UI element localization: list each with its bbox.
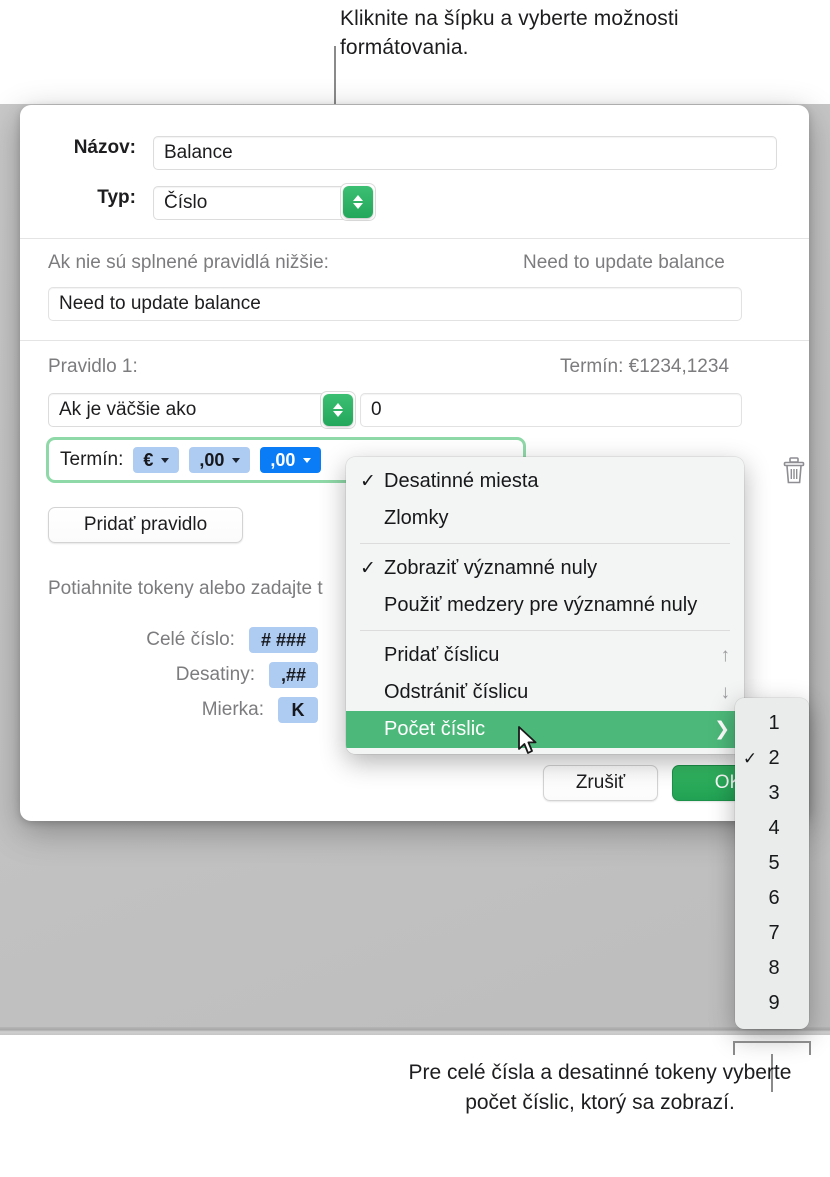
fallback-input-value: Need to update balance bbox=[59, 293, 261, 315]
digit-count-submenu[interactable]: 1 ✓ 2 3 4 5 6 7 8 bbox=[735, 698, 809, 1029]
rule-preview: Termín: €1234,1234 bbox=[560, 356, 729, 378]
menu-item-show-significant-zeros-label: Zobraziť významné nuly bbox=[384, 557, 730, 580]
chevron-down-icon-3 bbox=[303, 458, 311, 463]
submenu-item-1[interactable]: 1 bbox=[735, 706, 809, 741]
palette-row-decimal: Desatiny: ,## bbox=[48, 662, 318, 688]
submenu-item-4-label: 4 bbox=[761, 817, 787, 840]
chevron-down-icon bbox=[161, 458, 169, 463]
menu-separator-2 bbox=[360, 630, 730, 631]
cancel-button[interactable]: Zrušiť bbox=[543, 765, 658, 801]
submenu-item-9[interactable]: 9 bbox=[735, 986, 809, 1021]
palette-token-decimal[interactable]: ,## bbox=[269, 662, 318, 688]
type-stepper-button[interactable] bbox=[340, 183, 376, 221]
add-rule-button[interactable]: Pridať pravidlo bbox=[48, 507, 243, 543]
submenu-item-3-label: 3 bbox=[761, 782, 787, 805]
menu-item-number-of-digits[interactable]: Počet číslic ❯ bbox=[346, 711, 744, 748]
menu-item-add-digit[interactable]: Pridať číslicu ↑ bbox=[346, 637, 744, 674]
condition-select[interactable]: Ak je väčšie ako bbox=[48, 393, 338, 427]
menu-item-use-spaces-significant-zeros[interactable]: Použiť medzery pre významné nuly bbox=[346, 587, 744, 624]
chevron-right-icon: ❯ bbox=[714, 718, 730, 741]
palette-row-scale: Mierka: K bbox=[48, 697, 318, 723]
arrow-up-icon: ↑ bbox=[721, 645, 731, 667]
callout-bottom-text: Pre celé čísla a desatinné tokeny vybert… bbox=[400, 1058, 800, 1118]
submenu-item-3[interactable]: 3 bbox=[735, 776, 809, 811]
fallback-preview: Need to update balance bbox=[523, 252, 725, 274]
palette-token-scale[interactable]: K bbox=[278, 697, 318, 723]
mouse-cursor-icon bbox=[517, 726, 539, 756]
operand-input-value: 0 bbox=[371, 399, 382, 421]
menu-item-show-significant-zeros[interactable]: ✓ Zobraziť významné nuly bbox=[346, 550, 744, 587]
menu-item-fractions-label: Zlomky bbox=[384, 507, 730, 530]
callout-top-text: Kliknite na šípku a vyberte možnosti for… bbox=[340, 4, 760, 62]
type-select-value: Číslo bbox=[164, 192, 207, 214]
submenu-item-5[interactable]: 5 bbox=[735, 846, 809, 881]
format-token-decimals[interactable]: ,00 bbox=[189, 447, 250, 473]
menu-item-number-of-digits-label: Počet číslic bbox=[384, 718, 714, 741]
palette-label-decimal: Desatiny: bbox=[176, 664, 255, 686]
rule-label: Pravidlo 1: bbox=[48, 356, 138, 378]
menu-separator-1 bbox=[360, 543, 730, 544]
menu-item-decimal-places[interactable]: ✓ Desatinné miesta bbox=[346, 463, 744, 500]
submenu-item-2[interactable]: ✓ 2 bbox=[735, 741, 809, 776]
fallback-input[interactable]: Need to update balance bbox=[48, 287, 742, 321]
palette-token-integer[interactable]: # ### bbox=[249, 627, 318, 653]
name-row: Názov: bbox=[48, 137, 136, 159]
add-rule-label: Pridať pravidlo bbox=[84, 514, 207, 536]
submenu-item-5-label: 5 bbox=[761, 852, 787, 875]
submenu-item-2-label: 2 bbox=[761, 747, 787, 770]
format-token-decimals-selected[interactable]: ,00 bbox=[260, 447, 321, 473]
menu-item-fractions[interactable]: Zlomky bbox=[346, 500, 744, 537]
menu-item-remove-digit[interactable]: Odstrániť číslicu ↓ bbox=[346, 674, 744, 711]
stepper-arrows-icon bbox=[343, 186, 373, 218]
delete-rule-icon[interactable] bbox=[782, 457, 806, 485]
menu-item-remove-digit-label: Odstrániť číslicu bbox=[384, 681, 721, 704]
fallback-label: Ak nie sú splnené pravidlá nižšie: bbox=[48, 252, 329, 274]
stepper-arrows-icon-2 bbox=[323, 394, 353, 426]
palette-label-integer: Celé číslo: bbox=[146, 629, 235, 651]
operand-input[interactable]: 0 bbox=[360, 393, 742, 427]
screenshot-root: Kliknite na šípku a vyberte možnosti for… bbox=[0, 0, 830, 1177]
callout-bottom-bracket bbox=[733, 1041, 811, 1055]
condition-select-value: Ak je väčšie ako bbox=[59, 399, 196, 421]
name-input-value: Balance bbox=[164, 142, 233, 164]
format-prefix-text: Termín: bbox=[60, 449, 123, 471]
type-row: Typ: bbox=[48, 187, 136, 209]
token-format-menu[interactable]: ✓ Desatinné miesta Zlomky ✓ Zobraziť výz… bbox=[346, 457, 744, 754]
cancel-label: Zrušiť bbox=[576, 772, 625, 794]
checkmark-icon: ✓ bbox=[360, 470, 384, 493]
arrow-down-icon: ↓ bbox=[721, 682, 731, 704]
menu-item-use-spaces-significant-zeros-label: Použiť medzery pre významné nuly bbox=[384, 594, 730, 617]
menu-item-decimal-places-label: Desatinné miesta bbox=[384, 470, 730, 493]
submenu-item-6-label: 6 bbox=[761, 887, 787, 910]
divider-1 bbox=[20, 238, 809, 239]
format-token-currency[interactable]: € bbox=[133, 447, 179, 473]
drag-hint-text: Potiahnite tokeny alebo zadajte t bbox=[48, 578, 323, 600]
checkmark-icon-2: ✓ bbox=[360, 557, 384, 580]
menu-item-add-digit-label: Pridať číslicu bbox=[384, 644, 721, 667]
window-bottom-edge bbox=[0, 1027, 830, 1035]
submenu-item-1-label: 1 bbox=[761, 712, 787, 735]
palette-row-integer: Celé číslo: # ### bbox=[48, 627, 318, 653]
submenu-item-8-label: 8 bbox=[761, 957, 787, 980]
palette-label-scale: Mierka: bbox=[202, 699, 264, 721]
type-select[interactable]: Číslo bbox=[153, 186, 358, 220]
format-token-decimals-selected-label: ,00 bbox=[270, 450, 295, 471]
name-label: Názov: bbox=[48, 137, 136, 159]
chevron-down-icon-2 bbox=[232, 458, 240, 463]
condition-stepper-button[interactable] bbox=[320, 391, 356, 429]
submenu-item-6[interactable]: 6 bbox=[735, 881, 809, 916]
submenu-item-7[interactable]: 7 bbox=[735, 916, 809, 951]
submenu-item-8[interactable]: 8 bbox=[735, 951, 809, 986]
divider-2 bbox=[20, 340, 809, 341]
submenu-item-7-label: 7 bbox=[761, 922, 787, 945]
submenu-item-9-label: 9 bbox=[761, 992, 787, 1015]
type-label: Typ: bbox=[48, 187, 136, 209]
format-token-currency-label: € bbox=[143, 450, 153, 471]
name-input[interactable]: Balance bbox=[153, 136, 777, 170]
submenu-item-4[interactable]: 4 bbox=[735, 811, 809, 846]
format-token-decimals-label: ,00 bbox=[199, 450, 224, 471]
checkmark-icon-3: ✓ bbox=[739, 749, 761, 769]
